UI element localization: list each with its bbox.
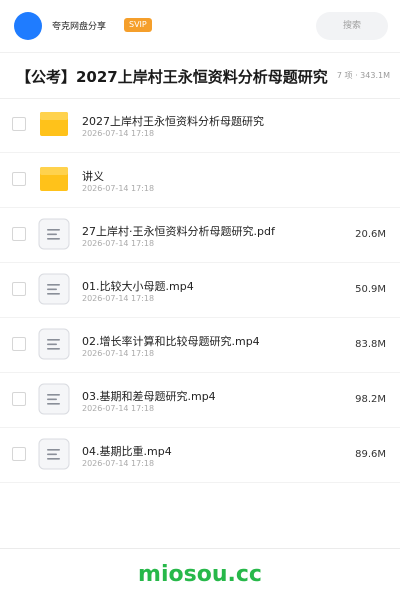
list-item[interactable]: 讲义 2026-07-14 17:18 — [0, 153, 400, 208]
list-item[interactable]: 02.增长率计算和比较母题研究.mp4 2026-07-14 17:18 83.… — [0, 318, 400, 373]
list-item[interactable]: 27上岸村·王永恒资料分析母题研究.pdf 2026-07-14 17:18 2… — [0, 208, 400, 263]
file-size: 98.2M — [355, 394, 386, 405]
vip-badge: SVIP — [124, 18, 152, 32]
list-item[interactable]: 2027上岸村王永恒资料分析母题研究 2026-07-14 17:18 — [0, 98, 400, 153]
document-icon — [38, 438, 70, 470]
folder-icon — [40, 167, 68, 191]
brand-watermark: miosou.cc — [138, 562, 262, 587]
folder-icon — [40, 112, 68, 136]
file-size: 83.8M — [355, 339, 386, 350]
file-size: 20.6M — [355, 229, 386, 240]
app-header: 夸克网盘分享 SVIP 搜索 — [0, 0, 400, 53]
avatar[interactable] — [14, 12, 42, 40]
file-size: 89.6M — [355, 449, 386, 460]
list-item[interactable]: 03.基期和差母题研究.mp4 2026-07-14 17:18 98.2M — [0, 373, 400, 428]
document-icon — [38, 328, 70, 360]
file-date: 2026-07-14 17:18 — [82, 459, 155, 468]
file-date: 2026-07-14 17:18 — [82, 239, 155, 248]
file-name: 27上岸村·王永恒资料分析母题研究.pdf — [82, 225, 275, 238]
folder-titlebar: 【公考】2027上岸村王永恒资料分析母题研究4 7 项 · 343.1M — [0, 52, 400, 99]
select-checkbox[interactable] — [12, 337, 26, 351]
file-date: 2026-07-14 17:18 — [82, 404, 155, 413]
select-checkbox[interactable] — [12, 227, 26, 241]
file-name: 03.基期和差母题研究.mp4 — [82, 390, 216, 403]
file-name: 02.增长率计算和比较母题研究.mp4 — [82, 335, 260, 348]
file-size: 50.9M — [355, 284, 386, 295]
folder-meta: 7 项 · 343.1M — [336, 71, 390, 80]
list-item[interactable]: 01.比较大小母题.mp4 2026-07-14 17:18 50.9M — [0, 263, 400, 318]
file-date: 2026-07-14 17:18 — [82, 184, 155, 193]
file-list: 2027上岸村王永恒资料分析母题研究 2026-07-14 17:18 讲义 2… — [0, 98, 400, 483]
page-title: 【公考】2027上岸村王永恒资料分析母题研究4 — [16, 68, 328, 86]
document-icon — [38, 383, 70, 415]
document-icon — [38, 218, 70, 250]
select-checkbox[interactable] — [12, 447, 26, 461]
file-name: 01.比较大小母题.mp4 — [82, 280, 194, 293]
file-name: 讲义 — [82, 170, 104, 183]
username: 夸克网盘分享 — [52, 22, 107, 32]
footer-divider — [0, 548, 400, 549]
search-input[interactable]: 搜索 — [316, 12, 388, 40]
file-name: 04.基期比重.mp4 — [82, 445, 172, 458]
select-checkbox[interactable] — [12, 282, 26, 296]
file-name: 2027上岸村王永恒资料分析母题研究 — [82, 115, 264, 128]
document-icon — [38, 273, 70, 305]
select-checkbox[interactable] — [12, 172, 26, 186]
select-checkbox[interactable] — [12, 392, 26, 406]
file-date: 2026-07-14 17:18 — [82, 129, 155, 138]
list-item[interactable]: 04.基期比重.mp4 2026-07-14 17:18 89.6M — [0, 428, 400, 483]
file-date: 2026-07-14 17:18 — [82, 294, 155, 303]
select-checkbox[interactable] — [12, 117, 26, 131]
file-date: 2026-07-14 17:18 — [82, 349, 155, 358]
